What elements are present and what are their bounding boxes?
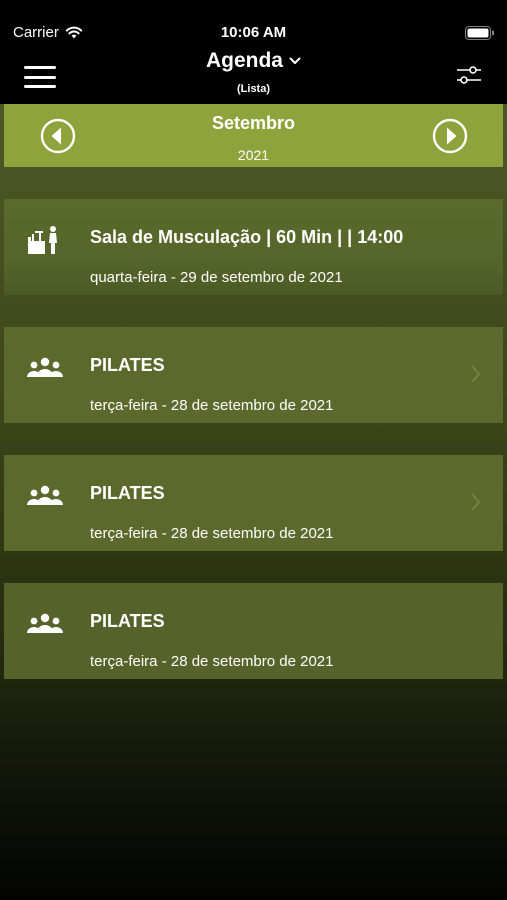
status-time: 10:06 AM xyxy=(220,24,287,41)
chevron-right-icon xyxy=(472,494,480,510)
event-card[interactable]: PILATES terça-feira - 28 de setembro de … xyxy=(4,583,503,679)
month-name: Setembro xyxy=(211,113,296,133)
status-bar: Carrier 10:06 AM xyxy=(0,0,507,46)
event-date: terça-feira - 28 de setembro de 2021 xyxy=(90,525,334,542)
menu-line xyxy=(24,75,56,79)
event-date: quarta-feira - 29 de setembro de 2021 xyxy=(90,269,343,286)
event-title: PILATES xyxy=(90,355,165,375)
group-people-icon xyxy=(27,485,63,505)
chevron-down-icon xyxy=(289,57,301,65)
event-date: terça-feira - 28 de setembro de 2021 xyxy=(90,653,334,670)
event-card[interactable]: PILATES terça-feira - 28 de setembro de … xyxy=(4,455,503,551)
month-selector: Setembro 2021 xyxy=(4,104,503,167)
page-title: Agenda xyxy=(205,49,283,72)
event-card[interactable]: PILATES terça-feira - 28 de setembro de … xyxy=(4,327,503,423)
page-subtitle: (Lista) xyxy=(237,83,270,95)
gym-weights-icon xyxy=(28,226,57,254)
event-title: Sala de Musculação | 60 Min | | 14:00 xyxy=(90,227,404,247)
sliders-icon[interactable] xyxy=(455,64,483,86)
event-title: PILATES xyxy=(90,483,165,503)
chevron-right-icon xyxy=(472,366,480,382)
month-year: 2021 xyxy=(237,147,270,163)
event-date: terça-feira - 28 de setembro de 2021 xyxy=(90,397,334,414)
nav-bar: Agenda (Lista) xyxy=(0,46,507,104)
agenda-title-dropdown[interactable]: Agenda xyxy=(0,49,507,73)
group-people-icon xyxy=(27,357,63,377)
battery-icon xyxy=(465,26,494,40)
group-people-icon xyxy=(27,613,63,633)
event-title: PILATES xyxy=(90,611,165,631)
event-card[interactable]: Sala de Musculação | 60 Min | | 14:00 qu… xyxy=(4,199,503,295)
arrow-right-circle-icon[interactable] xyxy=(432,118,468,154)
